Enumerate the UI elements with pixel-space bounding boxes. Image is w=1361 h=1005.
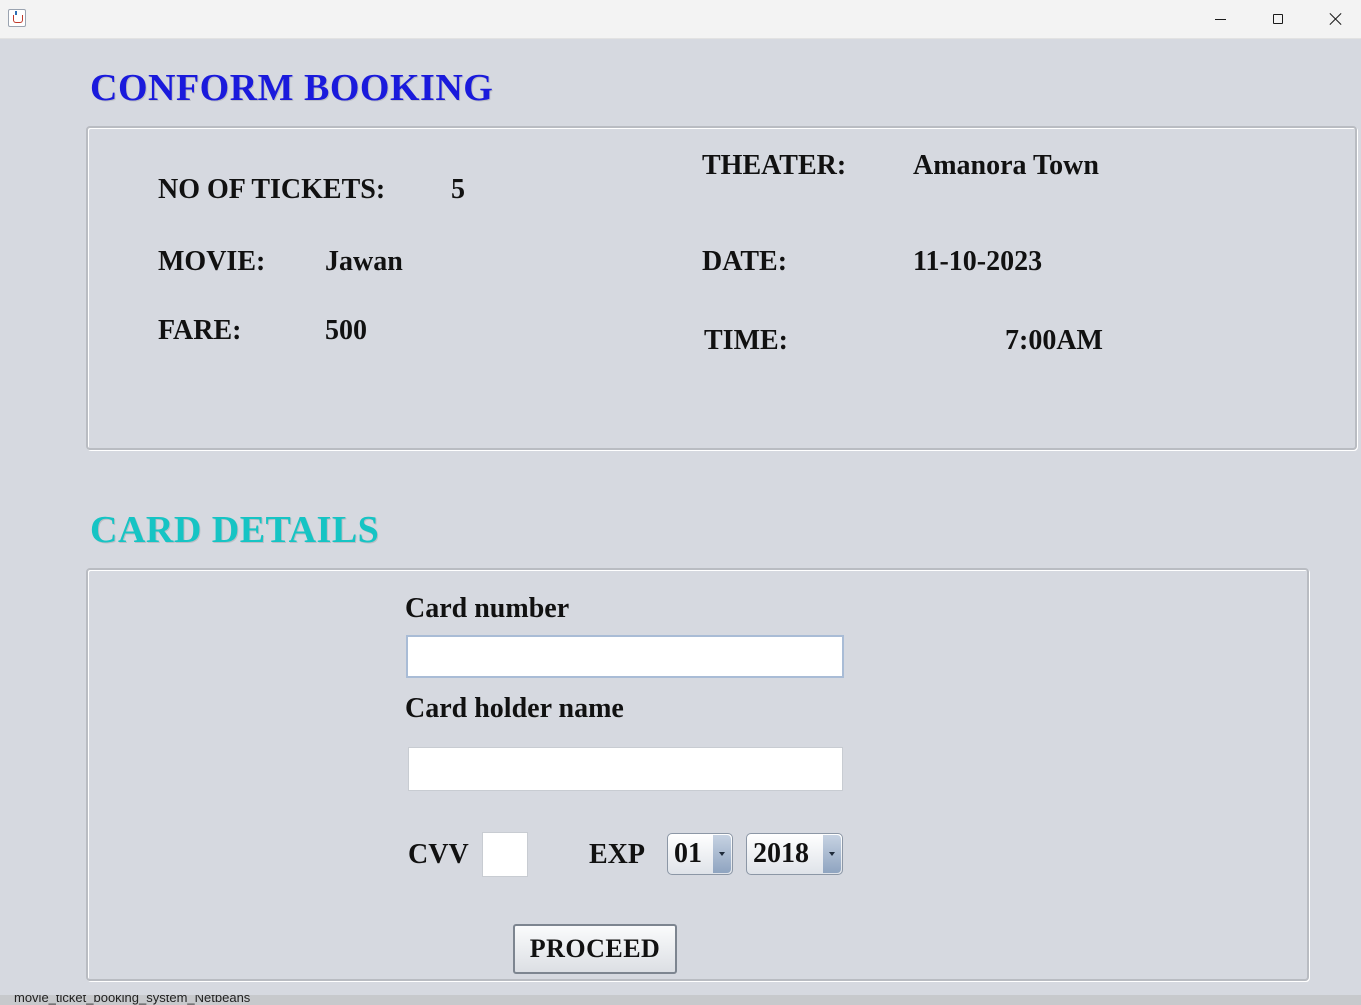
card-number-label: Card number [405, 593, 570, 624]
time-label: TIME: [704, 325, 788, 356]
minimize-button[interactable] [1191, 0, 1249, 38]
taskbar-strip: movie_ticket_booking_system_Netbeans [0, 995, 1361, 1005]
close-button[interactable] [1307, 0, 1361, 38]
exp-month-value: 01 [674, 838, 702, 869]
proceed-button[interactable]: PROCEED [513, 924, 677, 974]
card-details-heading: CARD DETAILS [90, 509, 380, 551]
card-holder-label: Card holder name [405, 693, 624, 724]
chevron-down-icon[interactable] [713, 835, 731, 873]
exp-label: EXP [589, 839, 645, 870]
window-titlebar [0, 0, 1361, 39]
card-holder-input[interactable] [408, 747, 843, 791]
card-number-input[interactable] [406, 635, 844, 678]
minimize-icon [1214, 18, 1226, 20]
java-cup-icon [8, 9, 26, 27]
tickets-value: 5 [451, 174, 465, 205]
date-value: 11-10-2023 [913, 246, 1043, 277]
exp-year-select[interactable]: 2018 [746, 833, 843, 875]
cvv-input[interactable] [482, 832, 528, 877]
exp-month-select[interactable]: 01 [667, 833, 733, 875]
time-value: 7:00AM [1005, 325, 1103, 356]
fare-label: FARE: [158, 315, 242, 346]
theater-label: THEATER: [702, 150, 847, 181]
movie-label: MOVIE: [158, 246, 266, 277]
date-label: DATE: [702, 246, 788, 277]
movie-value: Jawan [325, 246, 403, 277]
theater-value: Amanora Town [913, 150, 1099, 181]
maximize-icon [1273, 14, 1283, 24]
taskbar-window-title: movie_ticket_booking_system_Netbeans [14, 995, 251, 1005]
close-icon [1329, 12, 1343, 26]
booking-heading: CONFORM BOOKING [90, 67, 494, 109]
fare-value: 500 [325, 315, 367, 346]
tickets-label: NO OF TICKETS: [158, 174, 386, 205]
chevron-down-icon[interactable] [823, 835, 841, 873]
cvv-label: CVV [408, 839, 469, 870]
maximize-button[interactable] [1249, 0, 1307, 38]
exp-year-value: 2018 [753, 838, 809, 869]
